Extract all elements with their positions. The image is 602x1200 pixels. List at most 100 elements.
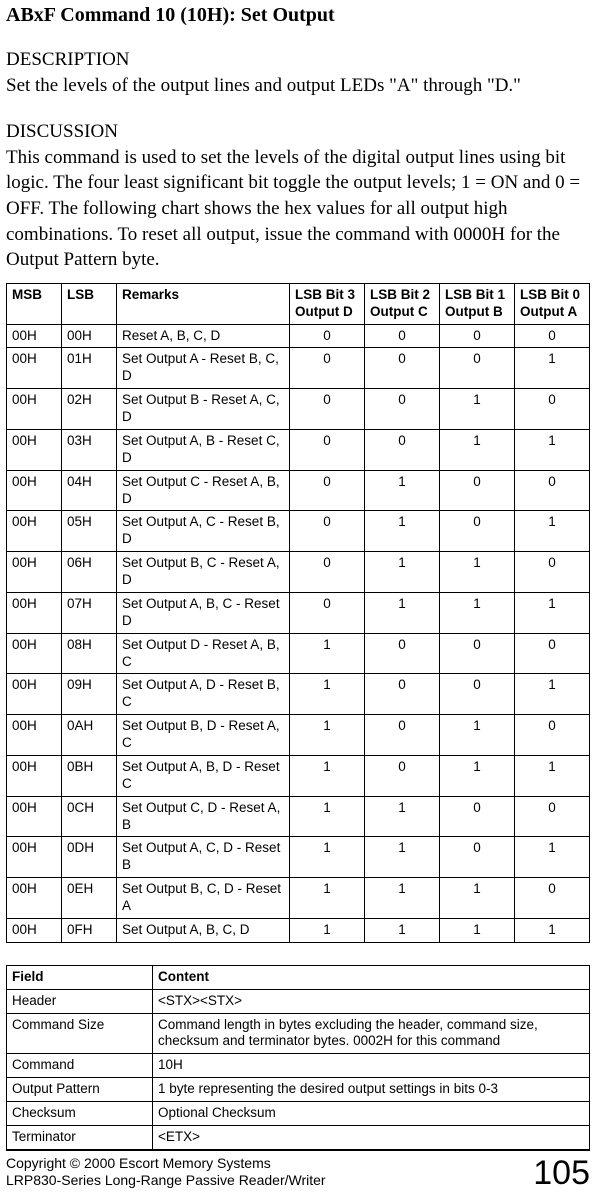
cell-bit3: 0 bbox=[290, 470, 365, 511]
cell-bit3: 1 bbox=[290, 878, 365, 919]
table-row: Output Pattern1 byte representing the de… bbox=[7, 1078, 590, 1102]
cell-bit1: 0 bbox=[440, 348, 515, 389]
col-header-bit1: LSB Bit 1 Output B bbox=[440, 283, 515, 324]
cell-remarks: Reset A, B, C, D bbox=[117, 324, 290, 348]
cell-remarks: Set Output C - Reset A, B, D bbox=[117, 470, 290, 511]
footer-text: Copyright © 2000 Escort Memory Systems L… bbox=[6, 1155, 326, 1190]
cell-bit2: 0 bbox=[365, 715, 440, 756]
cell-bit1: 1 bbox=[440, 389, 515, 430]
cell-lsb: 0DH bbox=[62, 837, 117, 878]
table-gap bbox=[6, 943, 590, 965]
cell-bit0: 1 bbox=[515, 674, 590, 715]
table-row: 00H09HSet Output A, D - Reset B, C1001 bbox=[7, 674, 590, 715]
table-row: 00H04HSet Output C - Reset A, B, D0100 bbox=[7, 470, 590, 511]
cell-bit1: 0 bbox=[440, 674, 515, 715]
table-row: 00H0EHSet Output B, C, D - Reset A1110 bbox=[7, 878, 590, 919]
cell-bit2: 0 bbox=[365, 429, 440, 470]
cell-bit2: 1 bbox=[365, 470, 440, 511]
table-row: Header<STX><STX> bbox=[7, 989, 590, 1013]
cell-bit3: 0 bbox=[290, 511, 365, 552]
cell-content: <ETX> bbox=[153, 1125, 590, 1149]
table-row: 00H07HSet Output A, B, C - Reset D0111 bbox=[7, 592, 590, 633]
cell-remarks: Set Output B, C, D - Reset A bbox=[117, 878, 290, 919]
cell-lsb: 01H bbox=[62, 348, 117, 389]
cell-msb: 00H bbox=[7, 348, 62, 389]
cell-field: Command bbox=[7, 1054, 153, 1078]
col-header-bit0: LSB Bit 0 Output A bbox=[515, 283, 590, 324]
cell-content: <STX><STX> bbox=[153, 989, 590, 1013]
cell-bit1: 1 bbox=[440, 878, 515, 919]
cell-lsb: 00H bbox=[62, 324, 117, 348]
col-header-bit3: LSB Bit 3 Output D bbox=[290, 283, 365, 324]
footer-line-1: Copyright © 2000 Escort Memory Systems bbox=[6, 1155, 271, 1171]
document-page: ABxF Command 10 (10H): Set Output DESCRI… bbox=[0, 0, 602, 1200]
cell-bit0: 0 bbox=[515, 389, 590, 430]
cell-lsb: 05H bbox=[62, 511, 117, 552]
table-row: Command10H bbox=[7, 1054, 590, 1078]
cell-bit2: 0 bbox=[365, 755, 440, 796]
cell-remarks: Set Output A, B, D - Reset C bbox=[117, 755, 290, 796]
cell-remarks: Set Output A - Reset B, C, D bbox=[117, 348, 290, 389]
table-row: 00H00HReset A, B, C, D0000 bbox=[7, 324, 590, 348]
cell-msb: 00H bbox=[7, 389, 62, 430]
cell-lsb: 02H bbox=[62, 389, 117, 430]
table-row: 00H0CHSet Output C, D - Reset A, B1100 bbox=[7, 796, 590, 837]
cell-bit1: 1 bbox=[440, 552, 515, 593]
cell-lsb: 08H bbox=[62, 633, 117, 674]
table-row: Command SizeCommand length in bytes excl… bbox=[7, 1013, 590, 1054]
cell-bit2: 0 bbox=[365, 633, 440, 674]
cell-lsb: 06H bbox=[62, 552, 117, 593]
cell-bit0: 1 bbox=[515, 918, 590, 942]
cell-msb: 00H bbox=[7, 796, 62, 837]
cell-bit1: 1 bbox=[440, 429, 515, 470]
cell-remarks: Set Output B, C - Reset A, D bbox=[117, 552, 290, 593]
cell-bit2: 1 bbox=[365, 837, 440, 878]
cell-msb: 00H bbox=[7, 918, 62, 942]
cell-bit2: 1 bbox=[365, 592, 440, 633]
cell-remarks: Set Output C, D - Reset A, B bbox=[117, 796, 290, 837]
cell-lsb: 09H bbox=[62, 674, 117, 715]
cell-bit3: 1 bbox=[290, 633, 365, 674]
cell-bit3: 1 bbox=[290, 796, 365, 837]
cell-remarks: Set Output B, D - Reset A, C bbox=[117, 715, 290, 756]
cell-bit3: 0 bbox=[290, 389, 365, 430]
cell-bit0: 0 bbox=[515, 633, 590, 674]
table-row: 00H0BHSet Output A, B, D - Reset C1011 bbox=[7, 755, 590, 796]
cell-content: 1 byte representing the desired output s… bbox=[153, 1078, 590, 1102]
table-row: 00H06HSet Output B, C - Reset A, D0110 bbox=[7, 552, 590, 593]
cell-content: Command length in bytes excluding the he… bbox=[153, 1013, 590, 1054]
cell-field: Command Size bbox=[7, 1013, 153, 1054]
cell-msb: 00H bbox=[7, 552, 62, 593]
cell-bit0: 0 bbox=[515, 796, 590, 837]
cell-bit0: 1 bbox=[515, 837, 590, 878]
page-footer: Copyright © 2000 Escort Memory Systems L… bbox=[6, 1150, 590, 1190]
cell-bit2: 1 bbox=[365, 552, 440, 593]
table-row: 00H0DHSet Output A, C, D - Reset B1101 bbox=[7, 837, 590, 878]
cell-bit0: 1 bbox=[515, 429, 590, 470]
cell-bit1: 0 bbox=[440, 511, 515, 552]
cell-field: Checksum bbox=[7, 1102, 153, 1126]
cell-field: Output Pattern bbox=[7, 1078, 153, 1102]
cell-remarks: Set Output A, D - Reset B, C bbox=[117, 674, 290, 715]
cell-bit1: 1 bbox=[440, 715, 515, 756]
cell-remarks: Set Output A, C - Reset B, D bbox=[117, 511, 290, 552]
cell-lsb: 04H bbox=[62, 470, 117, 511]
description-body: Set the levels of the output lines and o… bbox=[6, 73, 590, 99]
discussion-body: This command is used to set the levels o… bbox=[6, 145, 590, 273]
table-row: 00H0AHSet Output B, D - Reset A, C1010 bbox=[7, 715, 590, 756]
cell-bit1: 1 bbox=[440, 755, 515, 796]
cell-lsb: 0CH bbox=[62, 796, 117, 837]
col-header-content: Content bbox=[153, 965, 590, 989]
description-heading: DESCRIPTION bbox=[6, 49, 590, 71]
cell-msb: 00H bbox=[7, 470, 62, 511]
page-title: ABxF Command 10 (10H): Set Output bbox=[6, 4, 590, 27]
cell-lsb: 0AH bbox=[62, 715, 117, 756]
cell-bit0: 1 bbox=[515, 511, 590, 552]
cell-msb: 00H bbox=[7, 592, 62, 633]
cell-msb: 00H bbox=[7, 878, 62, 919]
cell-bit2: 1 bbox=[365, 878, 440, 919]
cell-remarks: Set Output D - Reset A, B, C bbox=[117, 633, 290, 674]
cell-msb: 00H bbox=[7, 715, 62, 756]
cell-field: Terminator bbox=[7, 1125, 153, 1149]
cell-bit1: 1 bbox=[440, 592, 515, 633]
